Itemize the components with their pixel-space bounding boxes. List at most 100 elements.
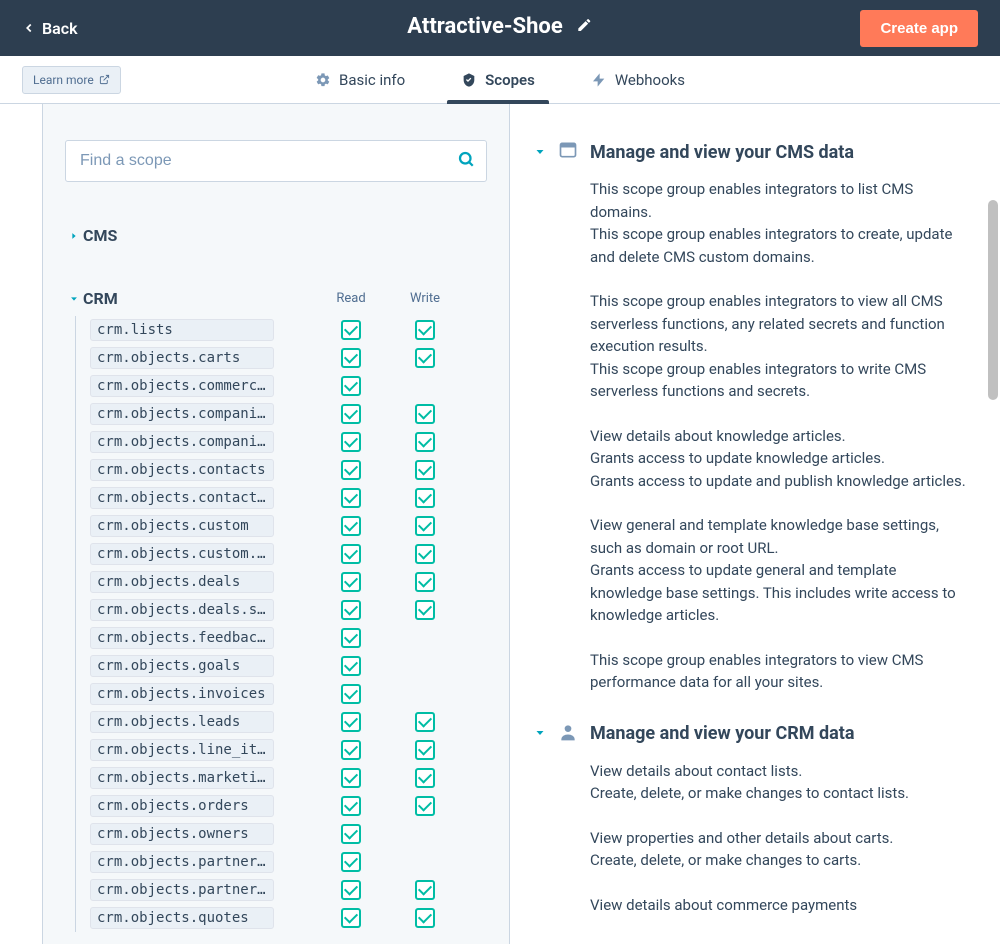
main-content: CMS CRM Read Write crm.lists crm.objects.… (0, 104, 1000, 944)
scope-row: crm.objects.contacts (76, 456, 487, 484)
scope-write-checkbox[interactable] (415, 460, 435, 480)
col-read: Read (331, 291, 371, 306)
scope-write-checkbox[interactable] (415, 348, 435, 368)
category-cms-toggle[interactable]: CMS (65, 226, 487, 245)
scope-read-checkbox[interactable] (341, 376, 361, 396)
section-text: View details about knowledge articles. G… (590, 425, 966, 493)
section-toggle[interactable] (534, 724, 546, 743)
scope-write-checkbox[interactable] (415, 740, 435, 760)
category-label: CMS (83, 226, 117, 245)
scope-read-checkbox[interactable] (341, 824, 361, 844)
scope-read-checkbox[interactable] (341, 712, 361, 732)
scope-write-checkbox[interactable] (415, 488, 435, 508)
scope-name: crm.objects.line_it… (90, 739, 274, 761)
scope-write-checkbox[interactable] (415, 796, 435, 816)
external-link-icon (99, 74, 110, 85)
scope-write-checkbox[interactable] (415, 880, 435, 900)
search-wrap (65, 140, 487, 182)
search-icon (457, 150, 475, 172)
scope-row: crm.lists (76, 316, 487, 344)
tab-bar: Learn more Basic info Scopes Webhooks (0, 56, 1000, 104)
scope-name: crm.objects.deals (90, 571, 274, 593)
tab-scopes[interactable]: Scopes (461, 56, 535, 103)
scope-read-checkbox[interactable] (341, 432, 361, 452)
scope-name: crm.objects.leads (90, 711, 274, 733)
scope-write-checkbox[interactable] (415, 544, 435, 564)
search-input[interactable] (65, 140, 487, 182)
scope-name: crm.objects.contacts (90, 459, 274, 481)
scope-write-checkbox[interactable] (415, 600, 435, 620)
scope-row: crm.objects.leads (76, 708, 487, 736)
scope-read-checkbox[interactable] (341, 572, 361, 592)
section-text: This scope group enables integrators to … (590, 290, 966, 403)
scope-name: crm.objects.compani… (90, 431, 274, 453)
description-panel: Manage and view your CMS data This scope… (510, 104, 1000, 944)
section-text: View properties and other details about … (590, 827, 966, 872)
tab-basic-info[interactable]: Basic info (315, 56, 405, 103)
section-toggle[interactable] (534, 143, 546, 162)
chevron-down-icon (65, 294, 83, 304)
person-icon (558, 722, 578, 746)
scope-row: crm.objects.deals (76, 568, 487, 596)
app-header: Back Attractive-Shoe Create app (0, 0, 1000, 56)
scope-write-checkbox[interactable] (415, 712, 435, 732)
tab-webhooks[interactable]: Webhooks (591, 56, 685, 103)
section-text: View details about contact lists. Create… (590, 760, 966, 805)
scope-row: crm.objects.commerc… (76, 372, 487, 400)
scope-row: crm.objects.marketi… (76, 764, 487, 792)
create-app-button[interactable]: Create app (860, 10, 978, 47)
scope-name: crm.lists (90, 319, 274, 341)
scope-name: crm.objects.custom.… (90, 543, 274, 565)
section-text: This scope group enables integrators to … (590, 649, 966, 694)
scope-read-checkbox[interactable] (341, 908, 361, 928)
scope-row: crm.objects.quotes (76, 904, 487, 932)
section-text: View details about commerce payments (590, 894, 966, 917)
scope-name: crm.objects.compani… (90, 403, 274, 425)
scope-row: crm.objects.owners (76, 820, 487, 848)
scope-name: crm.objects.invoices (90, 683, 274, 705)
browser-window-icon (558, 140, 578, 164)
scope-read-checkbox[interactable] (341, 404, 361, 424)
scope-write-checkbox[interactable] (415, 516, 435, 536)
scope-read-checkbox[interactable] (341, 320, 361, 340)
scope-read-checkbox[interactable] (341, 880, 361, 900)
section-title: Manage and view your CRM data (590, 723, 854, 744)
vertical-scrollbar[interactable] (988, 200, 998, 400)
col-write: Write (405, 291, 445, 306)
scope-read-checkbox[interactable] (341, 600, 361, 620)
scope-name: crm.objects.feedbac… (90, 627, 274, 649)
scope-read-checkbox[interactable] (341, 628, 361, 648)
scope-row: crm.objects.deals.s… (76, 596, 487, 624)
scope-name: crm.objects.commerc… (90, 375, 274, 397)
back-button[interactable]: Back (22, 19, 78, 38)
scope-row: crm.objects.goals (76, 652, 487, 680)
scope-write-checkbox[interactable] (415, 572, 435, 592)
scope-read-checkbox[interactable] (341, 544, 361, 564)
category-crm-toggle[interactable]: CRM Read Write (65, 289, 487, 308)
scope-read-checkbox[interactable] (341, 740, 361, 760)
scope-write-checkbox[interactable] (415, 404, 435, 424)
scope-row: crm.objects.custom (76, 512, 487, 540)
scope-read-checkbox[interactable] (341, 796, 361, 816)
scope-name: crm.objects.contact… (90, 487, 274, 509)
scope-read-checkbox[interactable] (341, 656, 361, 676)
scope-read-checkbox[interactable] (341, 768, 361, 788)
scope-read-checkbox[interactable] (341, 488, 361, 508)
category-label: CRM (83, 289, 118, 308)
app-title: Attractive-Shoe (407, 14, 562, 39)
chevron-left-icon (22, 21, 36, 35)
section-crm: Manage and view your CRM data View detai… (534, 722, 966, 917)
scope-read-checkbox[interactable] (341, 684, 361, 704)
scope-read-checkbox[interactable] (341, 348, 361, 368)
scope-read-checkbox[interactable] (341, 516, 361, 536)
back-label: Back (42, 19, 78, 38)
scope-read-checkbox[interactable] (341, 460, 361, 480)
scope-write-checkbox[interactable] (415, 908, 435, 928)
learn-more-button[interactable]: Learn more (22, 66, 121, 94)
scope-write-checkbox[interactable] (415, 768, 435, 788)
scope-read-checkbox[interactable] (341, 852, 361, 872)
scope-row: crm.objects.compani… (76, 428, 487, 456)
scope-write-checkbox[interactable] (415, 432, 435, 452)
edit-title-button[interactable] (577, 17, 593, 37)
scope-write-checkbox[interactable] (415, 320, 435, 340)
